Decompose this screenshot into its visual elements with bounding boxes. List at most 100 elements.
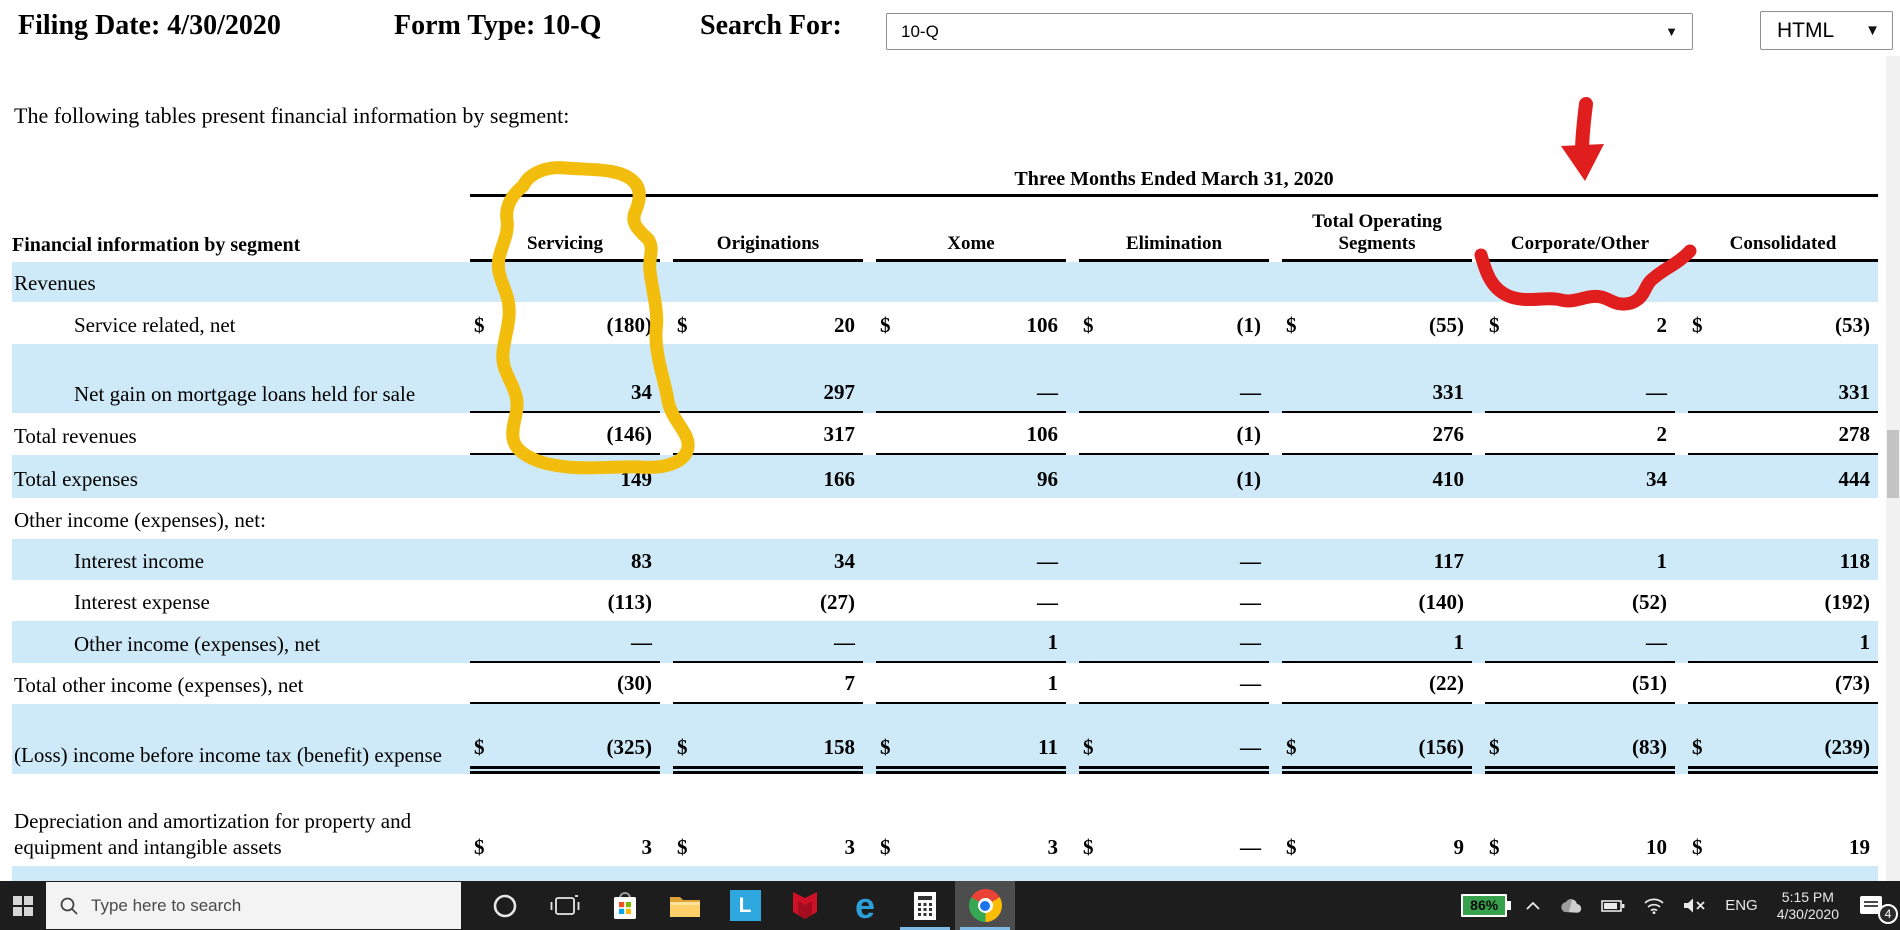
- cell-value: 34: [1646, 467, 1667, 491]
- cell-value: 444: [1838, 467, 1871, 491]
- cell-value: $ (239): [1688, 735, 1878, 774]
- action-center-button[interactable]: 4: [1849, 881, 1900, 930]
- taskbar-app-calculator[interactable]: [895, 881, 955, 930]
- battery-percent-value: 86%: [1461, 894, 1512, 917]
- tray-battery[interactable]: [1592, 881, 1634, 930]
- cell-value: (1): [1236, 467, 1262, 491]
- taskbar-app-file-explorer[interactable]: [655, 881, 715, 930]
- period-header: Three Months Ended March 31, 2020: [470, 168, 1878, 197]
- cell-value: (1): [1079, 422, 1269, 455]
- taskbar-app-chrome[interactable]: [955, 881, 1015, 930]
- cell-value: —: [1037, 549, 1058, 573]
- cell-value: —: [1240, 549, 1261, 573]
- clock-date: 4/30/2020: [1776, 905, 1839, 922]
- cell-value: (22): [1282, 671, 1472, 704]
- search-for-dropdown[interactable]: 10-Q ▼: [886, 13, 1693, 50]
- dollar-sign: $: [1083, 835, 1094, 859]
- cell-value: 1: [1688, 630, 1878, 663]
- start-button[interactable]: [0, 881, 46, 930]
- taskbar-search-input[interactable]: Type here to search: [46, 882, 461, 929]
- dollar-sign: $: [677, 313, 688, 337]
- dollar-sign: $: [880, 735, 891, 759]
- volume-muted-icon: [1684, 898, 1705, 913]
- cell-value: —: [1037, 590, 1058, 614]
- dollar-sign: $: [880, 313, 891, 337]
- cell-value: 7: [673, 671, 863, 704]
- cell-value: (146): [470, 422, 660, 455]
- dollar-sign: $: [1286, 835, 1297, 859]
- intro-text: The following tables present financial i…: [14, 103, 570, 128]
- taskbar-app-task-view[interactable]: [535, 881, 595, 930]
- row-label: Interest expense: [74, 590, 210, 614]
- cell-value: 331: [1688, 380, 1878, 413]
- cell-value: [1282, 874, 1472, 881]
- column-header: Servicing: [470, 233, 660, 262]
- cell-value: $ (1): [1083, 313, 1261, 337]
- cell-value: $ —: [1083, 835, 1261, 859]
- cell-value: $ (180): [474, 313, 652, 337]
- page-scrollbar[interactable]: [1886, 56, 1900, 881]
- table-row: Service related, net $ (180) $20 $106 $ (1) $ (5…: [12, 302, 1878, 344]
- cell-value: [1688, 295, 1878, 302]
- cortana-icon: [493, 894, 517, 917]
- table-row: Revenues: [12, 262, 1878, 302]
- cell-value: 34: [470, 380, 660, 413]
- cell-value: [876, 532, 1066, 539]
- row-label: Interest income: [74, 549, 205, 573]
- table-row: Other income (expenses), net — — 1 — 1 — 1: [12, 621, 1878, 663]
- cell-value: [673, 295, 863, 302]
- taskbar-app-microsoft-store[interactable]: [595, 881, 655, 930]
- cell-value: (30): [470, 671, 660, 704]
- clock-time: 5:15 PM: [1781, 888, 1834, 905]
- column-header: Total Operating Segments: [1282, 211, 1472, 262]
- cell-value: $ (83): [1485, 735, 1675, 774]
- cell-value: [1485, 874, 1675, 881]
- cell-value: 117: [1433, 549, 1464, 573]
- table-row: Depreciation and amortization for proper…: [12, 774, 1878, 866]
- cell-value: 96: [1037, 467, 1058, 491]
- notification-count-badge: 4: [1878, 904, 1898, 924]
- cell-value: 1: [876, 671, 1066, 704]
- battery-percent-indicator[interactable]: 86%: [1452, 881, 1516, 930]
- cell-value: [876, 295, 1066, 302]
- scrollbar-thumb[interactable]: [1887, 430, 1899, 498]
- row-label: Other income (expenses), net:: [14, 508, 266, 532]
- tray-volume-muted[interactable]: [1674, 881, 1716, 930]
- cell-value: $2: [1489, 313, 1667, 337]
- cell-value: $3: [677, 835, 855, 859]
- taskbar-app-edge[interactable]: e: [835, 881, 895, 930]
- cell-value: 331: [1282, 380, 1472, 413]
- cell-value: [876, 874, 1066, 881]
- tray-language[interactable]: ENG: [1716, 881, 1767, 930]
- cell-value: 34: [834, 549, 855, 573]
- search-icon: [60, 897, 78, 915]
- taskbar-app-lenovo[interactable]: L: [715, 881, 775, 930]
- edge-icon: e: [854, 884, 876, 926]
- table-row: Other income (expenses), net:: [12, 498, 1878, 539]
- tray-onedrive[interactable]: [1550, 881, 1592, 930]
- row-label: (Loss) income before income tax (benefit…: [14, 743, 442, 767]
- cell-value: 317: [673, 422, 863, 455]
- tray-chevron-up[interactable]: [1516, 881, 1550, 930]
- search-for-selected-value: 10-Q: [901, 21, 939, 41]
- cell-value: 1: [1282, 630, 1472, 663]
- tray-wifi[interactable]: [1634, 881, 1674, 930]
- format-dropdown[interactable]: HTML ▼: [1760, 11, 1893, 50]
- battery-icon: [1601, 899, 1625, 912]
- dollar-sign: $: [1692, 735, 1703, 759]
- cell-value: 276: [1282, 422, 1472, 455]
- cell-value: $106: [880, 313, 1058, 337]
- calculator-icon: [914, 891, 936, 920]
- tray-clock[interactable]: 5:15 PM 4/30/2020: [1767, 881, 1849, 930]
- dollar-sign: $: [1083, 735, 1094, 759]
- taskbar-app-cortana[interactable]: [475, 881, 535, 930]
- column-header: Elimination: [1079, 233, 1269, 262]
- cell-value: $158: [673, 735, 863, 774]
- taskbar-app-mcafee[interactable]: [775, 881, 835, 930]
- cell-value: $ (325): [470, 735, 660, 774]
- windows-taskbar: Type here to search L e 86% ENG 5:15 PM …: [0, 881, 1900, 930]
- dollar-sign: $: [677, 835, 688, 859]
- cell-value: —: [876, 380, 1066, 413]
- cell-value: 410: [1432, 467, 1465, 491]
- lenovo-app-icon: L: [729, 890, 761, 921]
